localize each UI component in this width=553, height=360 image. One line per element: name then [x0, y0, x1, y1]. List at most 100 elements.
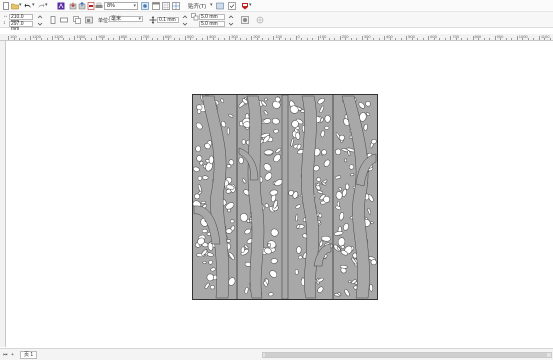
ruler-tick	[417, 38, 419, 40]
vertical-ruler[interactable]	[0, 41, 6, 347]
show-grid-icon[interactable]	[162, 2, 170, 10]
ruler-tick	[157, 38, 159, 40]
ruler-tick	[90, 38, 92, 40]
ruler-tick	[549, 38, 551, 40]
import-icon[interactable]	[69, 2, 77, 10]
undo-icon[interactable]	[24, 2, 32, 10]
page-tab[interactable]: 页 1	[20, 351, 38, 359]
document-navigator-bar: ⏮ + 页 1	[0, 348, 553, 360]
ruler-tick	[367, 38, 369, 40]
app-launcher-icon[interactable]	[57, 2, 65, 10]
ruler-tick	[229, 36, 231, 40]
page-width-field[interactable]: 210.0 mm	[9, 14, 33, 25]
ruler-tick-label: 0	[297, 34, 300, 39]
ruler-tick	[522, 38, 524, 40]
carved-panel-design[interactable]	[192, 94, 378, 300]
ruler-tick	[234, 38, 236, 40]
ruler-tick	[334, 38, 336, 40]
stepper-down-icon[interactable]	[36, 20, 44, 28]
ruler-tick	[30, 36, 32, 40]
open-dropdown-arrow[interactable]: ▾	[19, 2, 22, 8]
ruler-tick	[118, 36, 120, 40]
redo-dropdown-arrow[interactable]: ▾	[45, 2, 48, 8]
horizontal-ruler[interactable]: 100 1200 1100 1000 900 800 700 600 500 400 300 200 1…	[0, 34, 553, 41]
ruler-tick	[146, 38, 148, 40]
page-height-field[interactable]: 297.0 mm	[9, 21, 33, 32]
duplicate-y-field[interactable]: 5.0 mm	[199, 21, 225, 27]
landscape-orientation-icon[interactable]	[60, 16, 68, 24]
ruler-tick	[52, 36, 54, 40]
duplicate-distance-icon	[191, 13, 199, 21]
ruler-tick	[201, 38, 203, 40]
portrait-orientation-icon[interactable]	[49, 16, 57, 24]
perforation-hole	[294, 269, 299, 275]
chevron-down-icon: ▾	[138, 16, 141, 22]
ruler-tick	[240, 38, 242, 40]
open-folder-icon[interactable]	[11, 2, 19, 10]
ruler-tick	[262, 38, 264, 40]
ruler-tick	[378, 38, 380, 40]
ruler-tick	[461, 38, 463, 40]
ruler-tick	[267, 38, 269, 40]
ruler-tick	[483, 38, 485, 40]
ruler-tick	[500, 38, 502, 40]
horizontal-scrollbar[interactable]	[262, 352, 552, 358]
ruler-tick	[179, 38, 181, 40]
new-document-icon[interactable]	[2, 2, 10, 10]
ruler-tick	[113, 38, 115, 40]
add-page-icon[interactable]: +	[11, 352, 14, 358]
current-page-icon[interactable]	[85, 16, 93, 24]
ruler-tick	[411, 38, 413, 40]
stepper-down-icon[interactable]	[227, 20, 235, 28]
snap-dropdown-arrow[interactable]: ▾	[210, 2, 213, 8]
duplicate-x-field[interactable]: 5.0 mm	[199, 14, 225, 20]
ruler-tick	[295, 36, 297, 40]
nudge-distance-icon	[149, 16, 157, 24]
full-screen-preview-icon[interactable]	[141, 2, 149, 10]
redo-icon[interactable]	[37, 2, 45, 10]
all-pages-icon[interactable]	[73, 16, 81, 24]
export-icon[interactable]	[78, 2, 86, 10]
stepper-down-icon[interactable]	[181, 20, 189, 28]
perforation-hole	[208, 155, 214, 165]
ruler-tick	[472, 36, 474, 40]
launch-dropdown-arrow[interactable]: ▾	[249, 2, 252, 8]
ruler-tick	[339, 36, 341, 40]
ruler-tick	[245, 38, 247, 40]
show-rulers-icon[interactable]	[152, 2, 160, 10]
undo-dropdown-arrow[interactable]: ▾	[32, 2, 35, 8]
launch-icon[interactable]	[241, 2, 249, 10]
ruler-tick	[207, 36, 209, 40]
publish-pdf-icon[interactable]	[87, 2, 95, 10]
height-symbol: ↕	[3, 20, 6, 26]
ruler-tick	[533, 38, 535, 40]
ruler-tick	[384, 36, 386, 40]
ruler-tick	[301, 38, 303, 40]
options-icon[interactable]	[216, 2, 224, 10]
perforation-hole	[195, 145, 201, 152]
ruler-tick	[8, 36, 9, 40]
perforation-hole	[229, 219, 235, 224]
scrollbar-thumb[interactable]	[265, 353, 547, 357]
ruler-tick	[400, 38, 402, 40]
zoom-level-combobox[interactable]: 8% ▾	[104, 2, 138, 10]
snap-target-icon[interactable]	[256, 16, 264, 24]
perforation-hole	[197, 175, 203, 181]
ruler-tick	[444, 38, 446, 40]
ruler-tick	[278, 38, 280, 40]
print-icon[interactable]	[95, 2, 103, 10]
ruler-tick	[46, 38, 48, 40]
ruler-tick	[306, 38, 308, 40]
show-guidelines-icon[interactable]	[172, 2, 180, 10]
first-page-icon[interactable]: ⏮	[3, 352, 8, 358]
treat-as-filled-icon[interactable]	[241, 16, 249, 24]
nudge-distance-field[interactable]: 0.1 mm	[157, 17, 179, 23]
drawing-canvas[interactable]	[7, 42, 553, 347]
ruler-tick	[63, 38, 65, 40]
snap-to-menu[interactable]: 贴齐(T)	[188, 2, 206, 10]
ruler-tick	[290, 38, 292, 40]
units-select[interactable]: 毫米 ▾	[109, 16, 143, 22]
ruler-tick	[494, 36, 496, 40]
application-settings-icon[interactable]	[228, 2, 236, 10]
ruler-tick	[489, 38, 491, 40]
